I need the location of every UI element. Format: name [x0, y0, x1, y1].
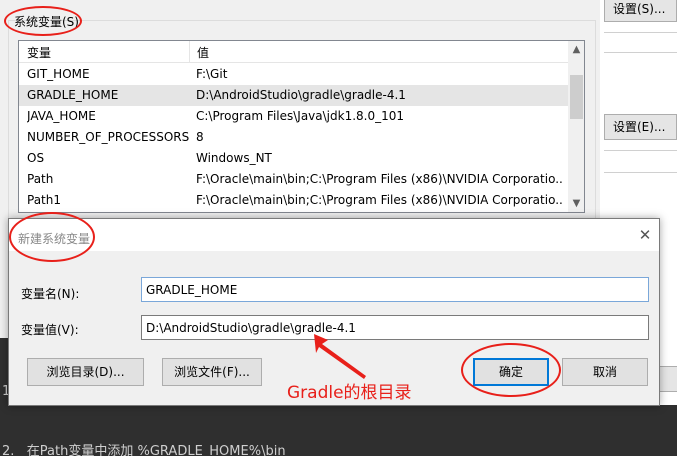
table-row[interactable]: Path F:\Oracle\main\bin;C:\Program Files…: [19, 169, 568, 190]
variable-name-input[interactable]: [141, 277, 649, 302]
table-header: 变量 值: [19, 41, 568, 63]
dialog-titlebar[interactable]: 新建系统变量 ✕: [9, 219, 659, 251]
variable-cell: GIT_HOME: [27, 67, 90, 81]
variable-value-label: 变量值(V):: [21, 323, 79, 337]
settings-button[interactable]: 设置(E)...: [604, 114, 677, 140]
variable-value-input[interactable]: [141, 315, 649, 340]
annotation-arrow-icon: [314, 334, 366, 379]
annotation-circle-ok-button: [461, 343, 561, 397]
variable-cell: Path1: [27, 193, 61, 207]
annotation-label: Gradle的根目录: [287, 383, 412, 403]
scrollbar-thumb[interactable]: [570, 75, 583, 119]
variable-cell: NUMBER_OF_PROCESSORS: [27, 130, 190, 144]
variable-cell: GRADLE_HOME: [27, 88, 119, 102]
value-cell: F:\Git: [196, 67, 228, 81]
table-row[interactable]: NUMBER_OF_PROCESSORS 8: [19, 127, 568, 148]
table-row-selected[interactable]: GRADLE_HOME D:\AndroidStudio\gradle\grad…: [19, 85, 568, 106]
cancel-button[interactable]: 取消: [562, 358, 648, 386]
system-variables-group: 系统变量(S) 变量 值 GIT_HOME F:\Git GRADLE_HOME…: [0, 0, 600, 230]
column-header-value[interactable]: 值: [197, 44, 209, 61]
value-cell: F:\Oracle\main\bin;C:\Program Files (x86…: [196, 172, 564, 186]
browse-directory-button[interactable]: 浏览目录(D)...: [27, 358, 144, 386]
column-header-variable[interactable]: 变量: [27, 44, 51, 61]
value-cell: F:\Oracle\main\bin;C:\Program Files (x86…: [196, 193, 564, 207]
variable-name-label: 变量名(N):: [21, 287, 80, 301]
scroll-down-arrow-icon[interactable]: ▼: [568, 195, 584, 212]
variable-cell: JAVA_HOME: [27, 109, 96, 123]
browse-file-button[interactable]: 浏览文件(F)...: [162, 358, 262, 386]
value-cell: 8: [196, 130, 204, 144]
divider: [604, 150, 677, 151]
annotation-circle-system-variables: [4, 6, 82, 36]
table-row[interactable]: JAVA_HOME C:\Program Files\Java\jdk1.8.0…: [19, 106, 568, 127]
scroll-up-arrow-icon[interactable]: ▲: [568, 41, 584, 58]
value-cell: C:\Program Files\Java\jdk1.8.0_101: [196, 109, 405, 123]
table-row[interactable]: GIT_HOME F:\Git: [19, 64, 568, 85]
divider: [604, 32, 677, 33]
vertical-scrollbar[interactable]: ▲ ▼: [568, 41, 584, 212]
article-step-2-text: 2. 在Path变量中添加 %GRADLE_HOME%\bin: [2, 444, 286, 456]
value-cell: D:\AndroidStudio\gradle\gradle-4.1: [196, 88, 406, 102]
settings-button[interactable]: 设置(S)...: [604, 0, 677, 22]
divider: [604, 172, 677, 173]
column-divider[interactable]: [189, 41, 190, 63]
close-icon[interactable]: ✕: [635, 225, 655, 245]
table-row[interactable]: OS Windows_NT: [19, 148, 568, 169]
variable-cell: OS: [27, 151, 45, 165]
system-variables-table: 变量 值 GIT_HOME F:\Git GRADLE_HOME D:\Andr…: [18, 40, 585, 213]
variable-cell: Path: [27, 172, 54, 186]
divider: [604, 52, 677, 53]
table-row[interactable]: Path1 F:\Oracle\main\bin;C:\Program File…: [19, 190, 568, 211]
annotation-circle-dialog-title: [9, 212, 95, 262]
value-cell: Windows_NT: [196, 151, 272, 165]
